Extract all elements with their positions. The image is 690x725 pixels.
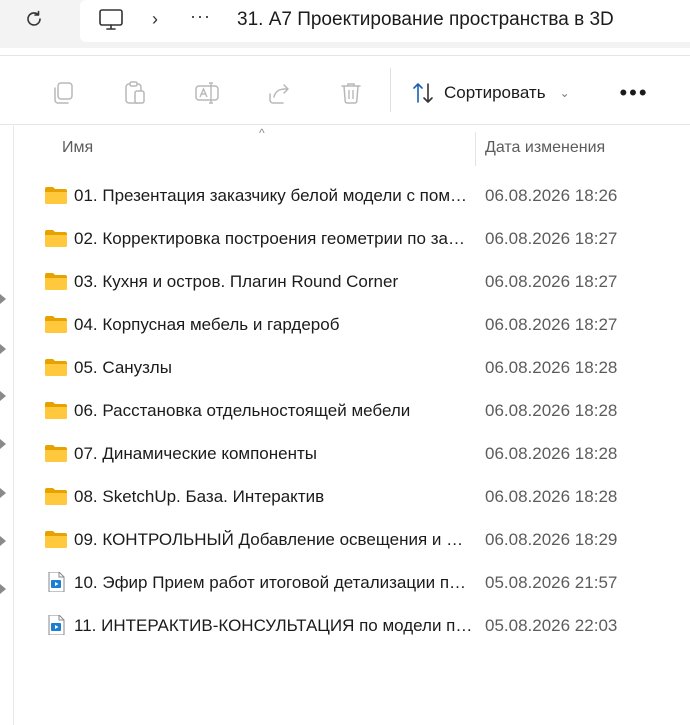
this-pc-icon[interactable] — [98, 8, 124, 32]
file-date-modified: 06.08.2026 18:29 — [485, 530, 618, 549]
expand-chevron-icon[interactable] — [0, 344, 6, 354]
paste-button[interactable] — [122, 80, 148, 106]
video-file-icon — [44, 571, 68, 593]
expand-chevron-icon[interactable] — [0, 391, 6, 401]
address-bar: › ··· 31. А7 Проектирование пространства… — [0, 0, 690, 48]
file-name: 10. Эфир Прием работ итоговой детализаци… — [74, 573, 474, 592]
refresh-icon — [27, 10, 41, 26]
file-name: 09. КОНТРОЛЬНЫЙ Добавление освещения и м… — [74, 530, 474, 549]
breadcrumb-current-folder[interactable]: 31. А7 Проектирование пространства в 3D — [237, 9, 614, 31]
file-row[interactable]: 03. Кухня и остров. Плагин Round Corner 0… — [15, 260, 690, 303]
sort-ascending-icon: ^ — [259, 126, 265, 140]
refresh-button[interactable] — [22, 7, 46, 31]
command-bar: Сортировать ⌄ ••• — [0, 55, 690, 125]
file-date-modified: 06.08.2026 18:28 — [485, 487, 618, 506]
delete-icon — [341, 83, 361, 104]
folder-icon — [44, 271, 68, 291]
column-header-date-modified[interactable]: Дата изменения — [485, 139, 605, 157]
file-date-modified: 06.08.2026 18:28 — [485, 358, 618, 377]
file-date-modified: 06.08.2026 18:28 — [485, 444, 618, 463]
more-options-button[interactable]: ••• — [618, 78, 650, 108]
video-file-icon — [44, 614, 68, 636]
file-row[interactable]: 07. Динамические компоненты 06.08.2026 18… — [15, 432, 690, 475]
file-name: 02. Корректировка построения геометрии п… — [74, 229, 474, 248]
file-date-modified: 05.08.2026 22:03 — [485, 616, 618, 635]
paste-icon — [125, 81, 145, 104]
expand-chevron-icon[interactable] — [0, 294, 6, 304]
delete-button[interactable] — [338, 80, 364, 106]
folder-icon — [44, 185, 68, 205]
file-name: 11. ИНТЕРАКТИВ-КОНСУЛЬТАЦИЯ по модели пр… — [74, 616, 474, 635]
file-name: 05. Санузлы — [74, 358, 172, 377]
file-date-modified: 06.08.2026 18:27 — [485, 229, 618, 248]
column-header: ^ Имя Дата изменения — [15, 126, 690, 170]
folder-icon — [44, 400, 68, 420]
sort-button[interactable]: Сортировать ⌄ — [410, 78, 570, 108]
file-name: 06. Расстановка отдельностоящей мебели — [74, 401, 411, 420]
rename-icon — [195, 82, 219, 104]
column-resize-handle[interactable] — [475, 132, 476, 166]
file-name: 01. Презентация заказчику белой модели с… — [74, 186, 474, 205]
toolbar-separator — [390, 68, 391, 112]
expand-chevron-icon[interactable] — [0, 584, 6, 594]
file-name: 07. Динамические компоненты — [74, 444, 317, 463]
copy-button[interactable] — [50, 80, 76, 106]
file-row[interactable]: 05. Санузлы 06.08.2026 18:28 — [15, 346, 690, 389]
breadcrumb[interactable]: › ··· 31. А7 Проектирование пространства… — [80, 0, 690, 42]
folder-icon — [44, 486, 68, 506]
folder-icon — [44, 228, 68, 248]
file-row[interactable]: 08. SketchUp. База. Интерактив 06.08.2026… — [15, 475, 690, 518]
chevron-down-icon: ⌄ — [559, 86, 570, 100]
file-row[interactable]: 01. Презентация заказчику белой модели с… — [15, 174, 690, 217]
share-icon — [269, 84, 289, 104]
navigation-pane[interactable] — [0, 126, 14, 725]
sort-icon — [413, 83, 433, 103]
file-row[interactable]: 10. Эфир Прием работ итоговой детализаци… — [15, 561, 690, 604]
expand-chevron-icon[interactable] — [0, 439, 6, 449]
file-name: 03. Кухня и остров. Плагин Round Corner — [74, 272, 399, 291]
file-row[interactable]: 02. Корректировка построения геометрии п… — [15, 217, 690, 260]
folder-icon — [44, 357, 68, 377]
file-row[interactable]: 11. ИНТЕРАКТИВ-КОНСУЛЬТАЦИЯ по модели пр… — [15, 604, 690, 647]
file-date-modified: 06.08.2026 18:28 — [485, 401, 618, 420]
folder-icon — [44, 443, 68, 463]
breadcrumb-chevron-icon[interactable]: › — [152, 9, 158, 30]
share-button[interactable] — [266, 80, 292, 106]
file-date-modified: 05.08.2026 21:57 — [485, 573, 618, 592]
expand-chevron-icon[interactable] — [0, 536, 6, 546]
breadcrumb-overflow-button[interactable]: ··· — [190, 6, 211, 27]
rename-button[interactable] — [194, 80, 220, 106]
column-header-name[interactable]: Имя — [62, 139, 93, 157]
file-list: 01. Презентация заказчику белой модели с… — [15, 174, 690, 647]
expand-chevron-icon[interactable] — [0, 488, 6, 498]
file-row[interactable]: 06. Расстановка отдельностоящей мебели 06… — [15, 389, 690, 432]
folder-icon — [44, 314, 68, 334]
file-name: 08. SketchUp. База. Интерактив — [74, 487, 325, 506]
file-date-modified: 06.08.2026 18:27 — [485, 272, 618, 291]
file-row[interactable]: 04. Корпусная мебель и гардероб 06.08.202… — [15, 303, 690, 346]
file-name: 04. Корпусная мебель и гардероб — [74, 315, 340, 334]
folder-icon — [44, 529, 68, 549]
copy-icon — [54, 82, 73, 104]
file-date-modified: 06.08.2026 18:27 — [485, 315, 618, 334]
file-date-modified: 06.08.2026 18:26 — [485, 186, 618, 205]
sort-label: Сортировать — [444, 83, 546, 102]
file-row[interactable]: 09. КОНТРОЛЬНЫЙ Добавление освещения и м… — [15, 518, 690, 561]
